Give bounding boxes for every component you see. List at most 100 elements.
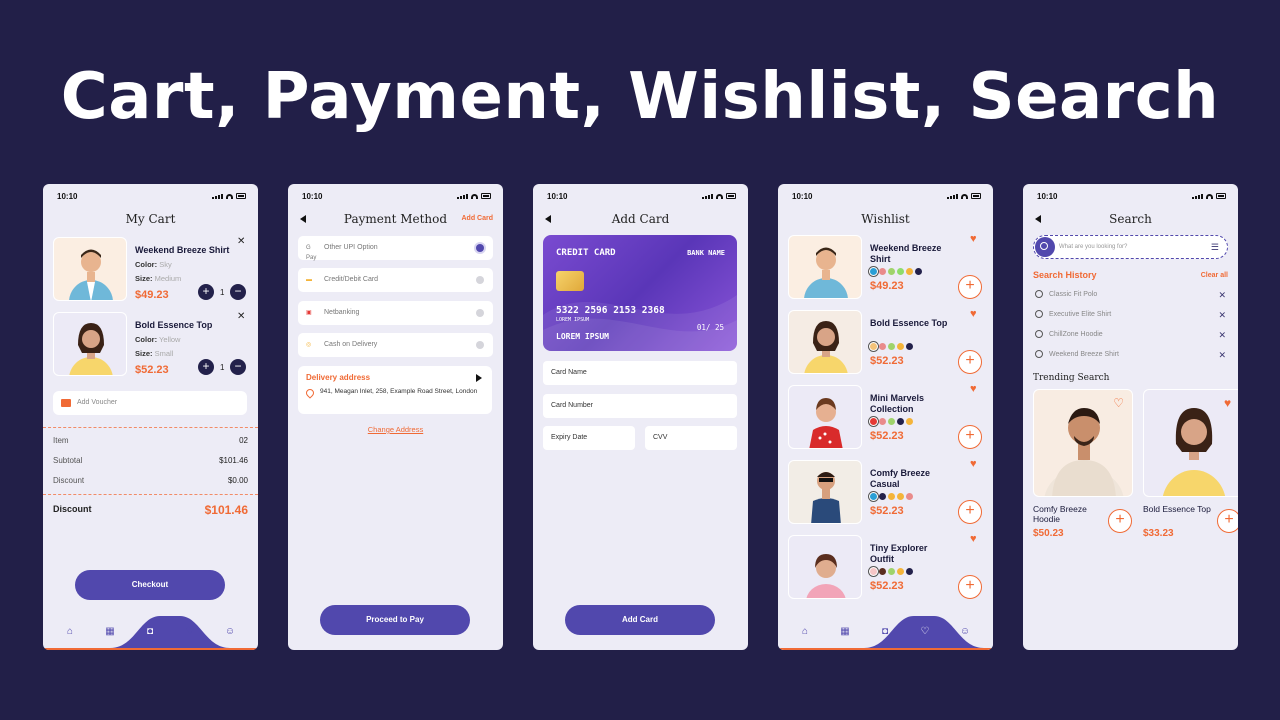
- wishlist-icon[interactable]: ♡: [918, 625, 932, 639]
- heart-filled-icon[interactable]: ♥: [970, 458, 977, 470]
- color-swatch[interactable]: [888, 268, 895, 275]
- cvv-input[interactable]: CVV: [645, 426, 737, 450]
- color-swatch[interactable]: [888, 493, 895, 500]
- wishlist-icon[interactable]: ♡: [183, 625, 197, 639]
- color-swatch[interactable]: [879, 418, 886, 425]
- color-swatch[interactable]: [870, 268, 877, 275]
- color-swatch[interactable]: [879, 343, 886, 350]
- trending-card[interactable]: ♡: [1033, 389, 1133, 497]
- chevron-right-icon[interactable]: [476, 374, 482, 382]
- color-swatch[interactable]: [897, 343, 904, 350]
- trending-name: Bold Essence Top: [1143, 504, 1211, 514]
- card-name-input[interactable]: Card Name: [543, 361, 737, 385]
- radio-button[interactable]: [476, 309, 484, 317]
- cart-icon[interactable]: ◘: [878, 625, 892, 639]
- color-swatch[interactable]: [888, 343, 895, 350]
- heart-outline-icon[interactable]: ♡: [1113, 396, 1124, 410]
- color-swatch[interactable]: [897, 493, 904, 500]
- decrease-qty-button[interactable]: −: [230, 359, 246, 375]
- color-swatch[interactable]: [870, 343, 877, 350]
- categories-icon[interactable]: ▦: [103, 625, 117, 639]
- heart-filled-icon[interactable]: ♥: [970, 533, 977, 545]
- expiry-date-input[interactable]: Expiry Date: [543, 426, 635, 450]
- color-swatch[interactable]: [906, 268, 913, 275]
- categories-icon[interactable]: ▦: [838, 625, 852, 639]
- history-label: Classic Fit Polo: [1049, 290, 1098, 298]
- heart-filled-icon[interactable]: ♥: [970, 308, 977, 320]
- cart-icon[interactable]: ◘: [143, 625, 157, 639]
- history-item[interactable]: ChillZone Hoodie ✕: [1035, 330, 1226, 341]
- proceed-to-pay-button[interactable]: Proceed to Pay: [320, 605, 470, 635]
- trending-card[interactable]: ♥: [1143, 389, 1238, 497]
- change-address-link[interactable]: Change Address: [288, 425, 503, 434]
- remove-history-icon[interactable]: ✕: [1218, 330, 1226, 341]
- color-swatch[interactable]: [906, 493, 913, 500]
- remove-history-icon[interactable]: ✕: [1218, 310, 1226, 321]
- history-item[interactable]: Weekend Breeze Shirt ✕: [1035, 350, 1226, 361]
- remove-item-icon[interactable]: ✕: [237, 236, 245, 247]
- heart-filled-icon[interactable]: ♥: [970, 383, 977, 395]
- heart-filled-icon[interactable]: ♥: [1224, 396, 1231, 410]
- add-to-cart-button[interactable]: +: [958, 575, 982, 599]
- increase-qty-button[interactable]: +: [198, 359, 214, 375]
- radio-selected[interactable]: [476, 244, 484, 252]
- wishlist-item-image: [788, 460, 862, 524]
- color-swatch[interactable]: [879, 268, 886, 275]
- add-to-cart-button[interactable]: +: [1217, 509, 1238, 533]
- color-swatch[interactable]: [888, 418, 895, 425]
- radio-button[interactable]: [476, 341, 484, 349]
- add-card-button[interactable]: Add Card: [565, 605, 715, 635]
- history-label: Weekend Breeze Shirt: [1049, 350, 1119, 358]
- color-swatch[interactable]: [897, 418, 904, 425]
- increase-qty-button[interactable]: +: [198, 284, 214, 300]
- color-swatch[interactable]: [906, 343, 913, 350]
- delivery-address-card[interactable]: Delivery address 941, Meagan Inlet, 258,…: [298, 366, 492, 414]
- clear-all-link[interactable]: Clear all: [1201, 272, 1228, 279]
- checkout-button[interactable]: Checkout: [75, 570, 225, 600]
- add-to-cart-button[interactable]: +: [958, 275, 982, 299]
- add-to-cart-button[interactable]: +: [958, 425, 982, 449]
- profile-icon[interactable]: ☺: [223, 625, 237, 639]
- remove-item-icon[interactable]: ✕: [237, 311, 245, 322]
- history-item[interactable]: Executive Elite Shirt ✕: [1035, 310, 1226, 321]
- payment-option-upi[interactable]: G Pay Other UPI Option: [298, 236, 493, 261]
- add-to-cart-button[interactable]: +: [1108, 509, 1132, 533]
- add-card-link[interactable]: Add Card: [462, 215, 494, 222]
- woman-top-photo: [69, 323, 113, 375]
- remove-history-icon[interactable]: ✕: [1218, 350, 1226, 361]
- search-bar[interactable]: What are you looking for? ☰: [1033, 235, 1228, 259]
- color-swatch[interactable]: [879, 568, 886, 575]
- payment-option-netbanking[interactable]: ▣ Netbanking: [298, 301, 493, 325]
- decrease-qty-button[interactable]: −: [230, 284, 246, 300]
- wishlist-item-image: [788, 535, 862, 599]
- payment-option-card[interactable]: ▬ Credit/Debit Card: [298, 268, 493, 292]
- filter-icon[interactable]: ☰: [1211, 242, 1219, 253]
- color-swatch[interactable]: [870, 493, 877, 500]
- history-item[interactable]: Classic Fit Polo ✕: [1035, 290, 1226, 301]
- voucher-input[interactable]: Add Voucher: [53, 391, 247, 415]
- color-swatch[interactable]: [870, 418, 877, 425]
- color-swatch[interactable]: [888, 568, 895, 575]
- color-swatch[interactable]: [915, 268, 922, 275]
- search-screen: 10:10 Search What are you looking for? ☰…: [1023, 184, 1238, 650]
- size-value: Small: [154, 349, 174, 358]
- color-swatch[interactable]: [897, 268, 904, 275]
- search-icon[interactable]: [1035, 237, 1055, 257]
- color-swatch[interactable]: [897, 568, 904, 575]
- color-swatch[interactable]: [879, 493, 886, 500]
- radio-button[interactable]: [476, 276, 484, 284]
- voucher-icon: [61, 399, 71, 407]
- color-swatch[interactable]: [906, 568, 913, 575]
- color-swatch[interactable]: [906, 418, 913, 425]
- home-icon[interactable]: ⌂: [63, 625, 77, 639]
- add-to-cart-button[interactable]: +: [958, 500, 982, 524]
- add-to-cart-button[interactable]: +: [958, 350, 982, 374]
- color-swatch[interactable]: [870, 568, 877, 575]
- home-icon[interactable]: ⌂: [798, 625, 812, 639]
- payment-option-cod[interactable]: ◎ Cash on Delivery: [298, 333, 493, 357]
- search-input[interactable]: What are you looking for?: [1059, 244, 1127, 250]
- remove-history-icon[interactable]: ✕: [1218, 290, 1226, 301]
- profile-icon[interactable]: ☺: [958, 625, 972, 639]
- heart-filled-icon[interactable]: ♥: [970, 233, 977, 245]
- card-number-input[interactable]: Card Number: [543, 394, 737, 418]
